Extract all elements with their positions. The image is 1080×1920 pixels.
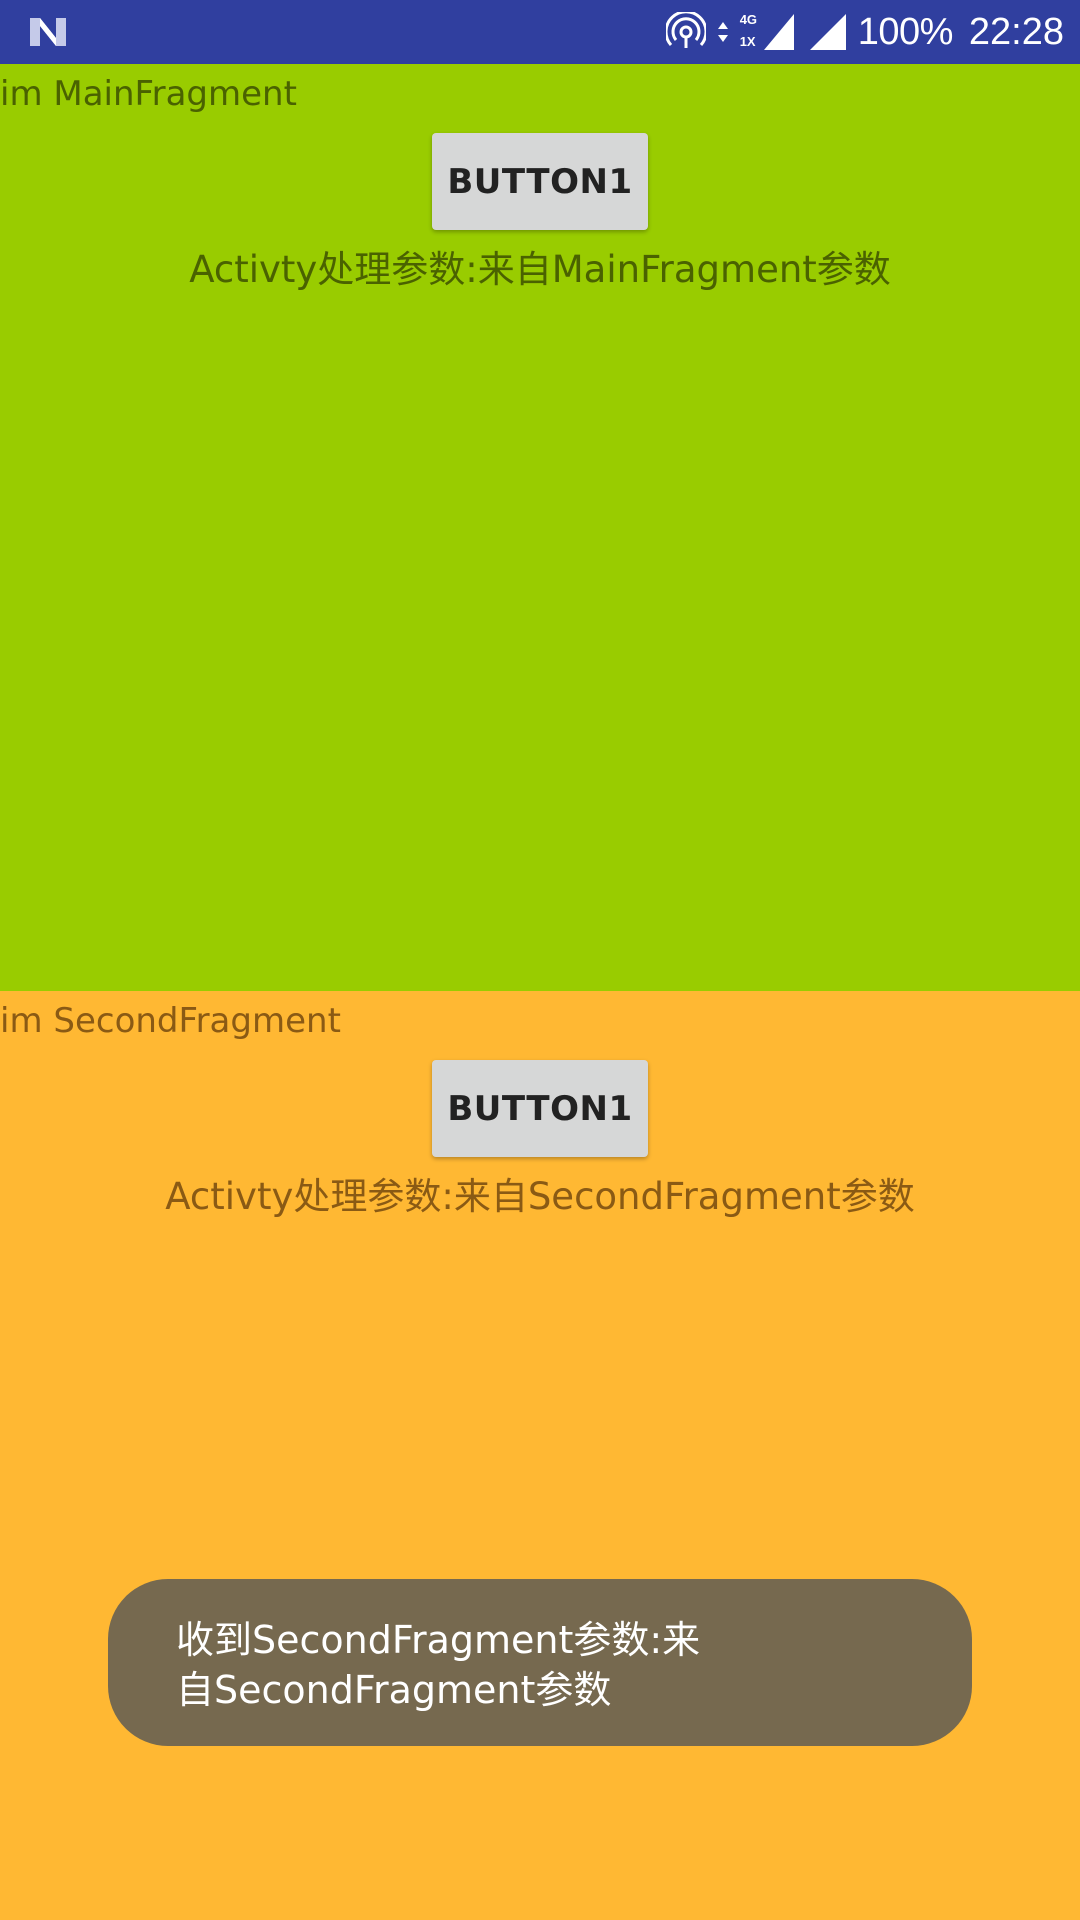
network-label: 4G	[739, 12, 758, 27]
second-fragment-button[interactable]: BUTTON1	[432, 1060, 648, 1157]
signal-full-icon	[809, 14, 846, 50]
toast: 收到SecondFragment参数:来自SecondFragment参数	[108, 1579, 972, 1746]
main-fragment-result: Activty处理参数:来自MainFragment参数	[189, 248, 891, 291]
second-fragment-title: im SecondFragment	[0, 1001, 341, 1041]
main-fragment: im MainFragment BUTTON1 Activty处理参数:来自Ma…	[0, 64, 1080, 991]
second-fragment-result: Activty处理参数:来自SecondFragment参数	[165, 1175, 915, 1218]
toast-message: 收到SecondFragment参数:来自SecondFragment参数	[176, 1618, 701, 1712]
hotspot-icon	[665, 12, 706, 48]
status-bar: 4G 1X 100% 22:28	[0, 0, 1080, 64]
signal-icon	[763, 14, 794, 50]
n-logo-icon	[30, 18, 66, 46]
network-sub-label: 1X	[739, 34, 756, 49]
second-fragment: im SecondFragment BUTTON1 Activty处理参数:来自…	[0, 991, 1080, 1920]
status-icons: 4G 1X 100% 22:28	[665, 0, 1064, 64]
data-activity-icon	[717, 22, 728, 42]
clock: 22:28	[968, 10, 1064, 53]
main-fragment-title: im MainFragment	[0, 74, 297, 114]
main-fragment-button[interactable]: BUTTON1	[432, 133, 648, 230]
battery-percent: 100%	[857, 10, 954, 53]
network-type: 4G 1X	[740, 10, 798, 54]
